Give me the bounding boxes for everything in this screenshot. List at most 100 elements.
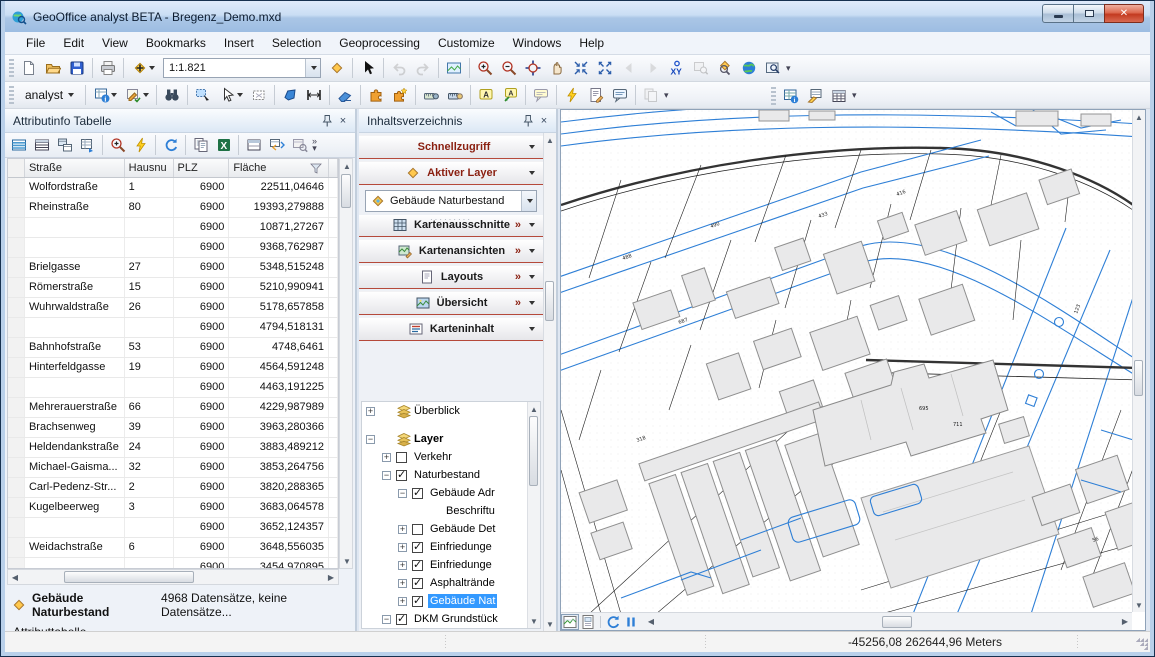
- layout-view-button[interactable]: [579, 614, 597, 630]
- tree-item[interactable]: − Grundstücksr: [362, 628, 540, 629]
- table-row[interactable]: 6900 9368,762987: [8, 238, 338, 258]
- scrollbar-thumb[interactable]: [882, 616, 912, 628]
- scroll-left-arrow[interactable]: ◀: [644, 615, 658, 629]
- layer-checkbox[interactable]: [412, 578, 423, 589]
- scrollbar-thumb[interactable]: [1134, 360, 1143, 396]
- tree-item[interactable]: − Naturbestand: [362, 466, 540, 484]
- table-striped-button[interactable]: [30, 134, 53, 157]
- comment-button[interactable]: [608, 83, 632, 107]
- scrollbar-thumb[interactable]: [341, 174, 351, 208]
- pan-button[interactable]: [545, 56, 569, 80]
- identify-tool-button[interactable]: [325, 56, 349, 80]
- table-export-button[interactable]: [76, 134, 99, 157]
- column-header-hausnu[interactable]: Hausnu: [125, 159, 174, 177]
- row-selector[interactable]: [8, 198, 25, 217]
- measure-tape-2-button[interactable]: [443, 83, 467, 107]
- accordion-section-header[interactable]: Karteninhalt: [359, 317, 543, 341]
- tree-item[interactable]: [362, 420, 540, 430]
- layer-checkbox[interactable]: [412, 524, 423, 535]
- tree-expander[interactable]: +: [398, 561, 407, 570]
- tree-expander[interactable]: −: [382, 615, 391, 624]
- fixed-zoom-out-button[interactable]: [593, 56, 617, 80]
- clear-selection-button[interactable]: [247, 83, 271, 107]
- new-document-button[interactable]: [17, 56, 41, 80]
- table-search-button[interactable]: [288, 134, 311, 157]
- measure-tape-button[interactable]: [419, 83, 443, 107]
- tree-expander[interactable]: +: [398, 525, 407, 534]
- table-row[interactable]: Heldendankstraße 24 6900 3883,489212: [8, 438, 338, 458]
- table-row[interactable]: Michael-Gaisma... 32 6900 3853,264756: [8, 458, 338, 478]
- print-button[interactable]: [96, 56, 120, 80]
- toolbar-overflow-button[interactable]: ▾: [786, 65, 791, 72]
- row-selector[interactable]: [8, 258, 25, 277]
- row-selector[interactable]: [8, 178, 25, 197]
- menu-item[interactable]: Insert: [215, 33, 263, 53]
- scrollbar-thumb[interactable]: [64, 571, 194, 583]
- undo-button[interactable]: [387, 56, 411, 80]
- tree-expander[interactable]: −: [366, 435, 375, 444]
- tree-item[interactable]: Beschriftu: [362, 502, 540, 520]
- row-selector[interactable]: [8, 418, 25, 437]
- table-row[interactable]: Bahnhofstraße 53 6900 4748,6461: [8, 338, 338, 358]
- row-selector[interactable]: [8, 378, 25, 397]
- resize-grip[interactable]: [1136, 638, 1148, 650]
- column-header-strasse[interactable]: Straße: [25, 159, 125, 177]
- row-selector[interactable]: [8, 338, 25, 357]
- tree-expander[interactable]: −: [382, 471, 391, 480]
- layer-dropdown-button[interactable]: [521, 191, 536, 211]
- callout-button[interactable]: [529, 83, 553, 107]
- menu-item[interactable]: Bookmarks: [137, 33, 215, 53]
- table-row[interactable]: Wuhrwaldstraße 26 6900 5178,657858: [8, 298, 338, 318]
- zoom-out-button[interactable]: [497, 56, 521, 80]
- table-export-note-button[interactable]: [803, 84, 827, 108]
- geoprocessing-new-button[interactable]: [388, 83, 412, 107]
- tree-item[interactable]: − DKM Grundstück: [362, 610, 540, 628]
- row-selector[interactable]: [8, 238, 25, 257]
- menu-item[interactable]: Windows: [504, 33, 571, 53]
- data-view-button[interactable]: [561, 614, 579, 630]
- toc-scrollbar[interactable]: ▲ ▼: [543, 133, 556, 631]
- table-row[interactable]: Brielgasse 27 6900 5348,515248: [8, 258, 338, 278]
- map-canvas[interactable]: 488 490 433 416 687 695 711 318 123 56: [561, 110, 1132, 612]
- table-row[interactable]: Wolfordstraße 1 6900 22511,04646: [8, 178, 338, 198]
- map-vertical-scrollbar[interactable]: ▲ ▼: [1132, 110, 1145, 612]
- select-features-button[interactable]: [215, 83, 247, 107]
- accordion-section-header[interactable]: Layouts »: [359, 265, 543, 289]
- pause-drawing-button[interactable]: [622, 614, 640, 630]
- section-resize-grip[interactable]: ·········: [359, 217, 543, 225]
- magnifier-window-button[interactable]: [689, 56, 713, 80]
- tree-item[interactable]: + Asphaltrände: [362, 574, 540, 592]
- zoom-in-button[interactable]: [473, 56, 497, 80]
- excel-export-button[interactable]: X: [212, 134, 235, 157]
- flash-button[interactable]: [560, 83, 584, 107]
- row-selector[interactable]: [8, 218, 25, 237]
- scroll-left-arrow[interactable]: ◀: [8, 570, 22, 584]
- table-row[interactable]: Kugelbeerweg 3 6900 3683,064578: [8, 498, 338, 518]
- table-row[interactable]: Carl-Pedenz-Str... 2 6900 3820,288365: [8, 478, 338, 498]
- info-table-button[interactable]: i: [89, 83, 121, 107]
- pin-icon[interactable]: [520, 113, 536, 129]
- select-tool-button[interactable]: [356, 56, 380, 80]
- row-selector[interactable]: [8, 538, 25, 557]
- accordion-section-header[interactable]: Aktiver Layer: [359, 161, 543, 185]
- tree-item[interactable]: − Layer: [362, 430, 540, 448]
- tree-expander[interactable]: +: [398, 543, 407, 552]
- map-horizontal-scrollbar[interactable]: ◀ ▶: [644, 614, 1132, 630]
- menu-item[interactable]: File: [17, 33, 54, 53]
- close-panel-icon[interactable]: ×: [335, 113, 351, 129]
- menu-item[interactable]: Customize: [429, 33, 504, 53]
- row-selector[interactable]: [8, 558, 25, 568]
- table-row[interactable]: 6900 3652,124357: [8, 518, 338, 538]
- scroll-down-arrow[interactable]: ▼: [1132, 598, 1146, 612]
- toolbar-overflow-button[interactable]: ▾: [852, 92, 857, 99]
- find-button[interactable]: [160, 83, 184, 107]
- select-rectangle-button[interactable]: [191, 83, 215, 107]
- zoom-extent-button[interactable]: [521, 56, 545, 80]
- table-info-button[interactable]: i: [779, 84, 803, 108]
- accordion-section-header[interactable]: Schnellzugriff: [359, 135, 543, 159]
- scroll-up-arrow[interactable]: ▲: [527, 402, 541, 416]
- redo-button[interactable]: [411, 56, 435, 80]
- copy-doc-button[interactable]: [189, 134, 212, 157]
- tree-expander[interactable]: +: [398, 597, 407, 606]
- table-view-button[interactable]: [242, 134, 265, 157]
